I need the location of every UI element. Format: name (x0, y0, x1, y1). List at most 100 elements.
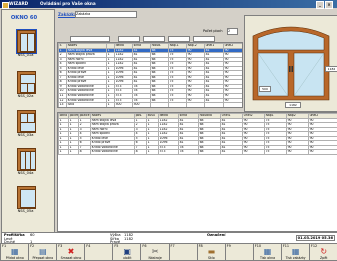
table-cell (151, 103, 169, 108)
table-cell: 78 (179, 150, 199, 155)
fkey-f10[interactable]: F10▦Tisk okna (253, 243, 283, 261)
table-cell: 90 (243, 150, 265, 155)
window-thumb-icon (17, 30, 36, 53)
fkey-f3[interactable]: F3 ✖Smazat okno (56, 243, 86, 261)
window-thumb-icon (17, 186, 36, 209)
fkey-code: F1 (2, 244, 6, 248)
zakazka-input[interactable] (75, 11, 137, 18)
table-cell: 75 (265, 150, 287, 155)
fkey-code: F3 (58, 244, 62, 248)
print-order-icon: ▦ (292, 247, 300, 256)
okno-title: OKNO 60 (4, 15, 44, 21)
fkey-code: F5 (114, 244, 118, 248)
window-thumb-label: NSS_04a (13, 171, 38, 175)
table-cell: 8 (135, 150, 147, 155)
fkey-label: Zpět (310, 256, 337, 260)
fkey-code: F10 (255, 244, 261, 248)
fkey-f9[interactable]: F9 (225, 243, 255, 261)
window-thumb-3[interactable]: NSS_03a (13, 110, 38, 142)
column-header[interactable]: pozice (79, 114, 91, 119)
dim-width[interactable]: 1182 (285, 102, 301, 108)
oznaceni-label: Označení (207, 233, 226, 237)
table-cell: 1 (59, 150, 69, 155)
glass-icon: ▬ (208, 247, 216, 256)
fkey-code: F12 (311, 244, 317, 248)
table-cell: Sklo (67, 103, 107, 108)
fkey-code: F8 (199, 244, 203, 248)
table-row[interactable]: 118Křídlo vodorovné8157378688190759090 (59, 150, 337, 155)
fkey-f1[interactable]: F1 ▦Přidat okno (0, 243, 30, 261)
sirka-value: 1182 (124, 237, 133, 241)
table-cell: 1 (147, 150, 159, 155)
fkey-label: Přidat okno (1, 256, 29, 260)
window-thumb-5[interactable]: NSS_05a (13, 186, 38, 218)
pocet-ploch-label: Počet ploch (203, 29, 223, 33)
fkey-f5[interactable]: F5 ▣uložit (112, 243, 142, 261)
title-bar: WIZARD Ovládání pro Vaše okna _ × (0, 0, 337, 8)
save-icon: ▣ (123, 247, 131, 256)
profil-value: 60 (30, 233, 35, 237)
window-preview: 1182 1182 500 (244, 15, 337, 112)
window-thumb-4[interactable]: NSS_04a (13, 148, 38, 180)
fkey-code: F7 (171, 244, 175, 248)
table-cell (169, 103, 187, 108)
fkey-label: Přepsat okno (29, 256, 57, 260)
table-cell: 81 (221, 150, 243, 155)
fkey-code: F11 (283, 244, 289, 248)
add-window-icon: ▦ (11, 247, 19, 256)
fkey-label: Nástroje (141, 256, 169, 260)
window-thumb-icon (17, 110, 36, 133)
fkey-f7[interactable]: F7 (169, 243, 199, 261)
table-row[interactable]: 13Sklo1500500 (59, 103, 243, 108)
tools-icon: ✂ (152, 247, 159, 256)
table-cell: 8 (79, 150, 91, 155)
table-cell: 500 (115, 103, 133, 108)
app-name: WIZARD (9, 0, 28, 8)
table-cell: 1 (69, 150, 79, 155)
column-header[interactable]: počet (69, 114, 79, 119)
fkey-f11[interactable]: F11▦Tisk zakázky (281, 243, 311, 261)
table-cell: 68 (199, 150, 221, 155)
window-thumb-label: NSS_02a (13, 94, 38, 98)
window-drawing (245, 16, 337, 111)
positions-table[interactable]: oknopočetpoziceNázevpos.kusůdélkašířkahl… (57, 112, 337, 232)
window-thumb-icon (17, 148, 36, 171)
window-thumb-icon (17, 71, 36, 94)
fkey-label: Smazat okno (57, 256, 85, 260)
window-thumb-label: NSS_05a (13, 209, 38, 213)
table-cell: 500 (133, 103, 151, 108)
fkey-f12[interactable]: F12↻Zpět (309, 243, 337, 261)
fkey-f4[interactable]: F4 (84, 243, 114, 261)
table-cell: 13 (59, 103, 67, 108)
fkey-label: Tisk okna (254, 256, 282, 260)
table-cell: 90 (309, 150, 337, 155)
fkey-code: F2 (30, 244, 34, 248)
print-window-icon: ▦ (264, 247, 272, 256)
dim-height[interactable]: 1182 (325, 66, 337, 72)
window-thumb-1[interactable]: NSS_01a (13, 30, 38, 62)
minimize-icon[interactable]: _ (316, 1, 324, 9)
fkey-f8[interactable]: F8 ▬Sklo (197, 243, 227, 261)
close-icon[interactable]: × (325, 1, 333, 9)
dim-inner[interactable]: 500 (259, 86, 271, 92)
window-thumb-label: NSS_01a (13, 53, 38, 57)
delete-icon: ✖ (68, 247, 75, 256)
column-header[interactable]: okno (59, 114, 69, 119)
fkey-label: Tisk zakázky (282, 256, 310, 260)
back-icon: ↻ (320, 247, 327, 256)
fkey-label: Sklo (198, 256, 226, 260)
fkey-label: uložit (113, 256, 141, 260)
fkey-f6[interactable]: F6✂Nástroje (140, 243, 170, 261)
fkey-f2[interactable]: F2▤Přepsat okno (28, 243, 58, 261)
table-cell: Křídlo vodorovné (91, 150, 135, 155)
fkey-code: F9 (227, 244, 231, 248)
window-thumb-2[interactable]: NSS_02a (13, 71, 38, 103)
filter-row (58, 36, 238, 40)
window-title: Ovládání pro Vaše okna (40, 0, 96, 8)
table-cell: 573 (159, 150, 179, 155)
table-cell (205, 103, 224, 108)
window-thumb-label: NSS_03a (13, 133, 38, 137)
parts-table[interactable]: č.Názevdélkašířkahloub.Nap.1Nap.2úhel1úh… (57, 42, 243, 108)
zakazka-label[interactable]: Zakázka (58, 12, 77, 17)
pocet-ploch-input[interactable] (227, 28, 238, 35)
